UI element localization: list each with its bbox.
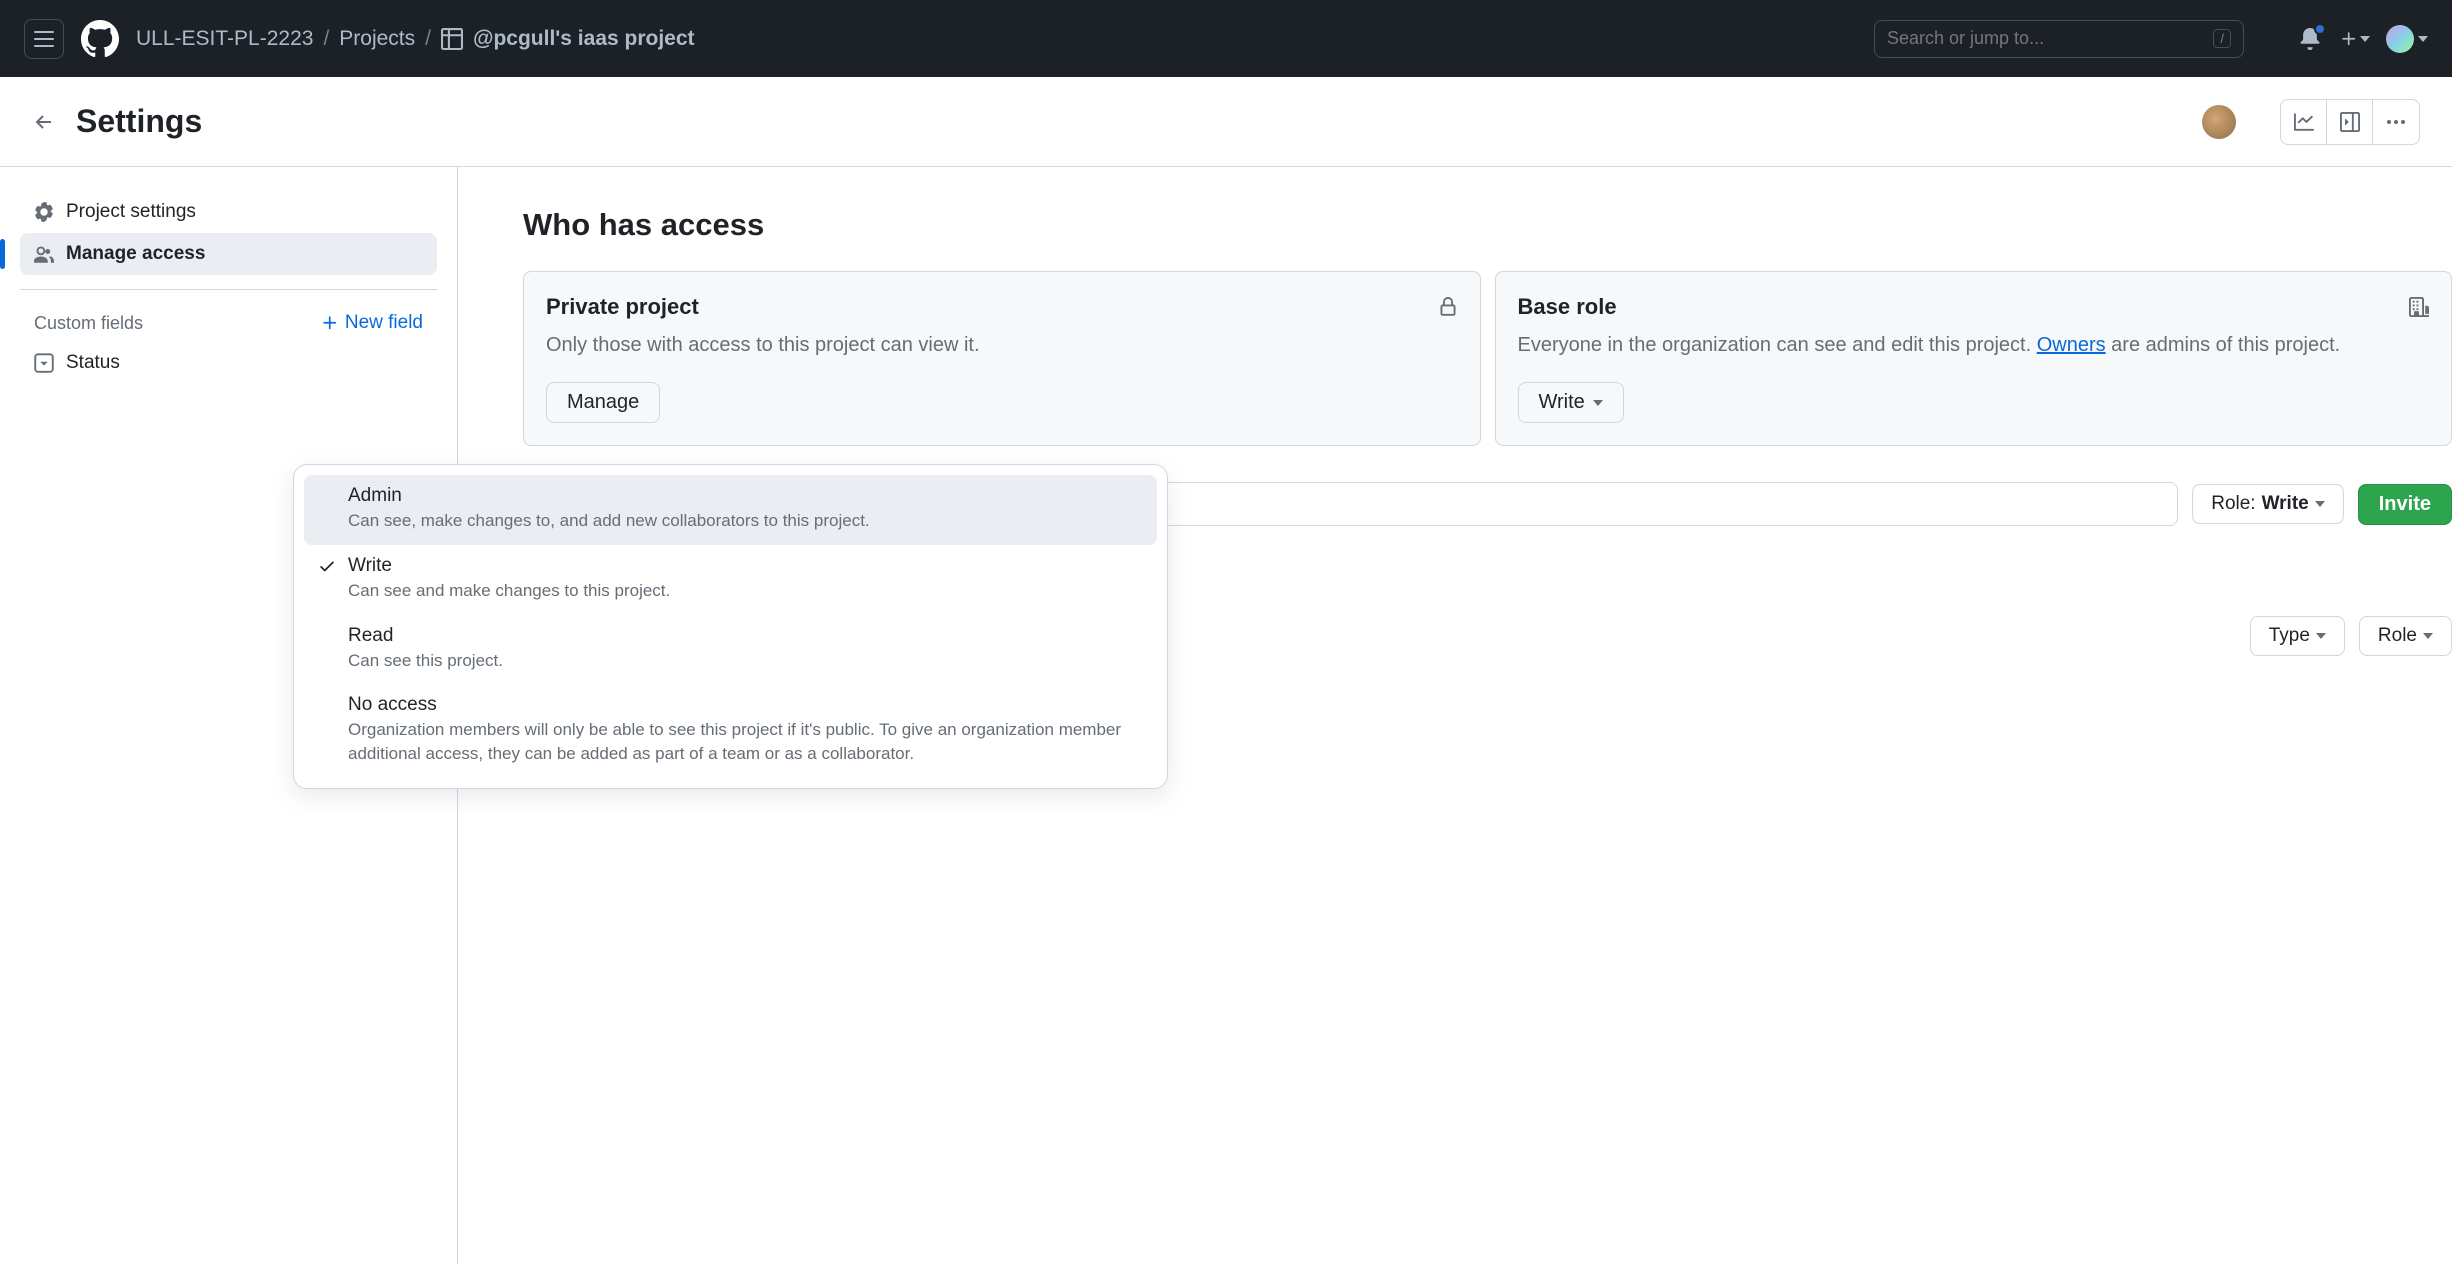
hamburger-icon <box>34 31 54 47</box>
option-title: Admin <box>348 485 1143 507</box>
invite-button[interactable]: Invite <box>2358 484 2452 525</box>
caret-down-icon <box>2316 633 2326 639</box>
project-name: @pcgull's iaas project <box>473 27 695 51</box>
sidebar-item-label: Project settings <box>66 201 196 223</box>
plus-icon <box>2340 30 2358 48</box>
owners-link[interactable]: Owners <box>2037 334 2106 356</box>
sidebar-item-manage-access[interactable]: Manage access <box>20 233 437 275</box>
invite-role-select[interactable]: Role: Write <box>2192 484 2344 524</box>
single-select-icon <box>34 353 54 373</box>
gear-icon <box>34 202 54 222</box>
insights-button[interactable] <box>2281 100 2327 144</box>
card-title: Base role <box>1518 294 1617 320</box>
layout: Project settings Manage access Custom fi… <box>0 167 2452 1264</box>
role-option-read[interactable]: Read Can see this project. <box>304 615 1157 685</box>
role-value: Write <box>2262 493 2309 515</box>
table-icon <box>441 28 463 50</box>
organization-icon <box>2409 296 2429 318</box>
option-title: Write <box>348 555 1143 577</box>
github-icon <box>81 20 119 58</box>
card-body: Everyone in the organization can see and… <box>1518 330 2430 360</box>
breadcrumb: ULL-ESIT-PL-2223 / Projects / @pcgull's … <box>136 27 695 51</box>
owner-avatar[interactable] <box>2202 105 2236 139</box>
people-icon <box>34 244 54 264</box>
breadcrumb-projects[interactable]: Projects <box>339 27 415 51</box>
sidebar-item-project-settings[interactable]: Project settings <box>20 191 437 233</box>
panel-button[interactable] <box>2327 100 2373 144</box>
graph-icon <box>2294 112 2314 132</box>
role-filter-label: Role <box>2378 625 2417 647</box>
caret-down-icon <box>2315 501 2325 507</box>
search-shortcut: / <box>2213 29 2231 48</box>
option-desc: Can see this project. <box>348 649 1143 673</box>
custom-fields-label: Custom fields <box>34 313 143 334</box>
sidebar-item-label: Status <box>66 352 120 374</box>
sidebar-item-status[interactable]: Status <box>20 342 437 384</box>
base-role-value: Write <box>1539 391 1585 414</box>
base-role-select[interactable]: Write <box>1518 382 1624 423</box>
avatar <box>2386 25 2414 53</box>
role-option-no-access[interactable]: No access Organization members will only… <box>304 684 1157 778</box>
option-desc: Can see, make changes to, and add new co… <box>348 509 1143 533</box>
caret-down-icon <box>1593 400 1603 406</box>
option-title: No access <box>348 694 1143 716</box>
notification-dot-icon <box>2314 23 2326 35</box>
sidebar-item-label: Manage access <box>66 243 205 265</box>
role-option-admin[interactable]: Admin Can see, make changes to, and add … <box>304 475 1157 545</box>
plus-icon <box>321 314 339 332</box>
menu-button[interactable] <box>24 19 64 59</box>
type-filter[interactable]: Type <box>2250 616 2345 656</box>
caret-down-icon <box>2418 36 2428 42</box>
lock-icon <box>1438 296 1458 318</box>
breadcrumb-separator: / <box>425 27 431 51</box>
more-button[interactable] <box>2373 100 2419 144</box>
new-field-label: New field <box>345 312 423 334</box>
new-field-button[interactable]: New field <box>321 312 423 334</box>
back-button[interactable] <box>32 110 56 134</box>
main-content: Who has access Private project Only thos… <box>458 167 2452 1264</box>
divider <box>20 289 437 290</box>
option-desc: Organization members will only be able t… <box>348 718 1143 766</box>
access-cards: Private project Only those with access t… <box>523 271 2452 446</box>
role-option-write[interactable]: Write Can see and make changes to this p… <box>304 545 1157 615</box>
page-title: Settings <box>76 103 202 140</box>
sidebar-expand-icon <box>2340 112 2360 132</box>
manage-button[interactable]: Manage <box>546 382 660 423</box>
base-role-card: Base role Everyone in the organization c… <box>1495 271 2452 446</box>
caret-down-icon <box>2360 36 2370 42</box>
search-input-wrapper[interactable]: / <box>1874 20 2244 58</box>
caret-down-icon <box>2423 633 2433 639</box>
create-new-button[interactable] <box>2340 30 2370 48</box>
type-label: Type <box>2269 625 2310 647</box>
breadcrumb-separator: / <box>323 27 329 51</box>
github-logo[interactable] <box>80 19 120 59</box>
card-title: Private project <box>546 294 699 320</box>
arrow-left-icon <box>32 110 56 134</box>
card-body: Only those with access to this project c… <box>546 330 1458 360</box>
user-menu[interactable] <box>2386 25 2428 53</box>
custom-fields-header: Custom fields New field <box>20 304 437 342</box>
breadcrumb-org[interactable]: ULL-ESIT-PL-2223 <box>136 27 313 51</box>
kebab-icon <box>2386 119 2406 125</box>
role-filter[interactable]: Role <box>2359 616 2452 656</box>
option-title: Read <box>348 625 1143 647</box>
global-header: ULL-ESIT-PL-2223 / Projects / @pcgull's … <box>0 0 2452 77</box>
search-input[interactable] <box>1887 28 2205 49</box>
breadcrumb-current[interactable]: @pcgull's iaas project <box>441 27 695 51</box>
section-heading: Who has access <box>523 207 2452 243</box>
check-icon <box>318 557 336 575</box>
role-label: Role: <box>2211 493 2255 515</box>
role-dropdown: Admin Can see, make changes to, and add … <box>293 464 1168 789</box>
view-controls <box>2280 99 2420 145</box>
notifications-button[interactable] <box>2296 25 2324 53</box>
page-subheader: Settings <box>0 77 2452 167</box>
private-project-card: Private project Only those with access t… <box>523 271 1481 446</box>
option-desc: Can see and make changes to this project… <box>348 579 1143 603</box>
